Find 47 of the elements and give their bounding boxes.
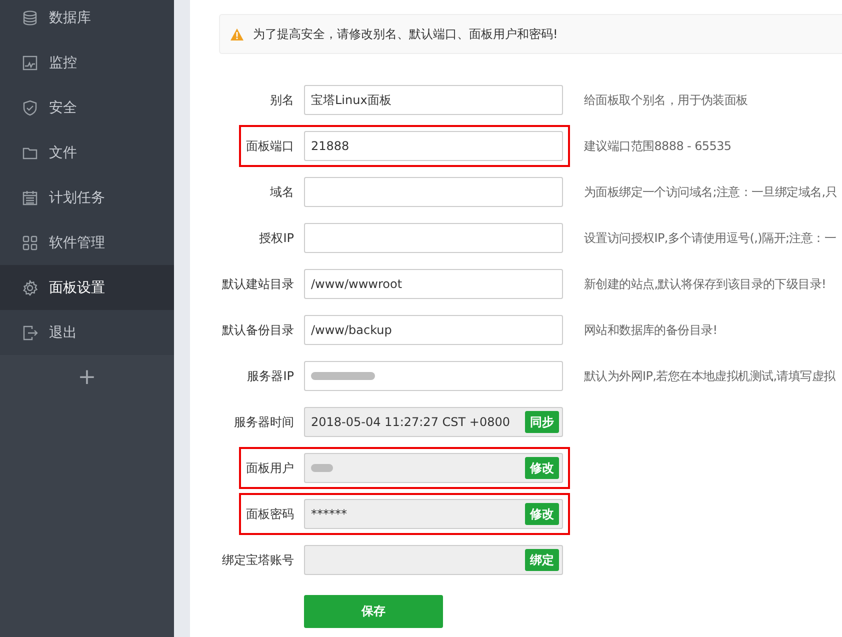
sidebar-item[interactable]: 面板设置: [0, 265, 174, 310]
field-label: 别名: [270, 92, 294, 108]
input-field[interactable]: 21888: [304, 131, 563, 161]
warning-icon: [230, 28, 244, 40]
input-field[interactable]: 宝塔Linux面板: [304, 85, 563, 115]
input-field[interactable]: [304, 223, 563, 253]
sidebar-item[interactable]: 数据库: [0, 0, 174, 40]
field-hint: 新创建的站点,默认将保存到该目录的下级目录!: [584, 276, 826, 292]
field-label: 面板端口: [246, 138, 294, 154]
field-label: 默认建站目录: [222, 276, 294, 292]
readonly-field[interactable]: 2018-05-04 11:27:27 CST +0800 同步: [304, 407, 563, 437]
masked-value-icon: [311, 462, 333, 474]
add-button[interactable]: +: [0, 355, 174, 400]
field-label: 授权IP: [259, 230, 294, 246]
field-label: 服务器IP: [247, 368, 294, 384]
calendar-icon: [22, 190, 38, 206]
sidebar-item[interactable]: 退出: [0, 310, 174, 355]
field-hint: 网站和数据库的备份目录!: [584, 322, 718, 338]
field-label: 面板用户: [246, 460, 294, 476]
field-label: 面板密码: [246, 506, 294, 522]
field-hint: 建议端口范围8888 - 65535: [584, 138, 732, 154]
sidebar-item[interactable]: 安全: [0, 85, 174, 130]
masked-value-icon: [311, 370, 375, 382]
input-field[interactable]: /www/wwwroot: [304, 269, 563, 299]
alert-text: 为了提高安全，请修改别名、默认端口、面板用户和密码!: [253, 26, 558, 42]
sidebar-item[interactable]: 软件管理: [0, 220, 174, 265]
field-label: 默认备份目录: [222, 322, 294, 338]
input-field[interactable]: [304, 177, 563, 207]
sidebar-item[interactable]: 文件: [0, 130, 174, 175]
readonly-field[interactable]: ****** 修改: [304, 499, 563, 529]
field-label: 域名: [270, 184, 294, 200]
grid-icon: [22, 234, 38, 250]
field-label: 服务器时间: [234, 414, 294, 430]
database-icon: [22, 10, 38, 26]
shield-icon: [22, 100, 38, 116]
chart-icon: [22, 54, 38, 70]
field-hint: 默认为外网IP,若您在本地虚拟机测试,请填写虚拟: [584, 368, 836, 384]
input-field[interactable]: [304, 361, 563, 391]
sidebar-item[interactable]: 监控: [0, 40, 174, 85]
field-hint: 为面板绑定一个访问域名;注意：一旦绑定域名,只: [584, 184, 837, 200]
settings-icon: [22, 280, 38, 296]
sidebar-item[interactable]: 计划任务: [0, 175, 174, 220]
field-hint: 给面板取个别名，用于伪装面板: [584, 92, 748, 108]
field-label: 绑定宝塔账号: [222, 552, 294, 568]
input-field[interactable]: /www/backup: [304, 315, 563, 345]
field-hint: 设置访问授权IP,多个请使用逗号(,)隔开;注意：一: [584, 230, 836, 246]
exit-icon: [22, 324, 38, 340]
